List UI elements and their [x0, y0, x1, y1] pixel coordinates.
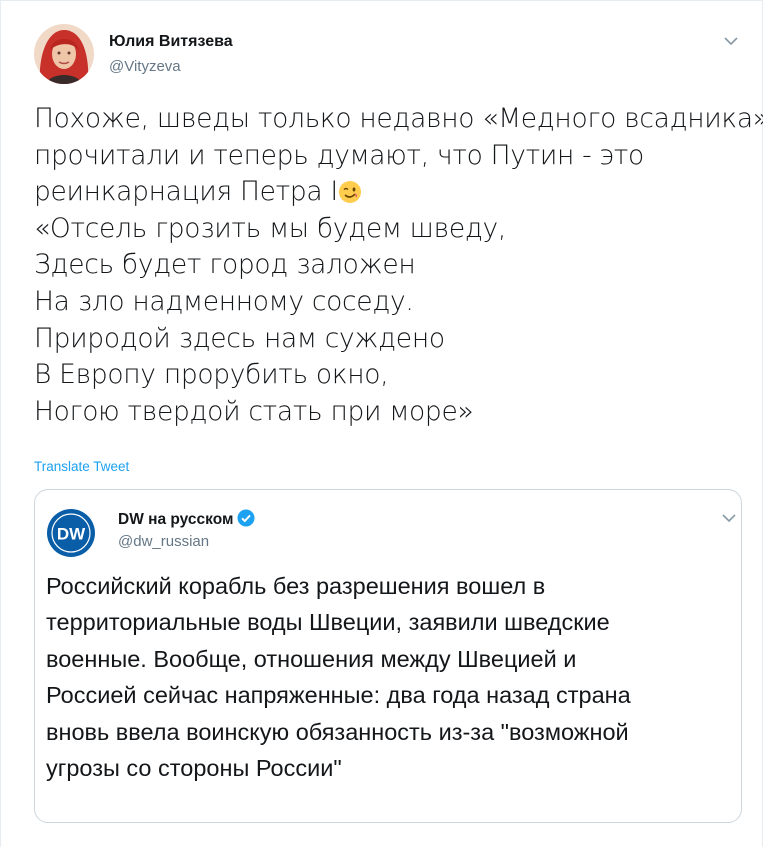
chevron-down-icon[interactable] [721, 511, 737, 523]
translate-tweet-link[interactable]: Translate Tweet [34, 459, 129, 474]
tweet-text-line: На зло надменному соседу. [34, 285, 414, 317]
tweet-text-line: Похоже, шведы только недавно «Медного вс… [34, 103, 763, 134]
author-name[interactable]: Юлия Витязева [109, 33, 233, 51]
tweet-text-line: Ногою твердой стать при море» [34, 395, 474, 427]
quoted-author-name[interactable]: DW на русском [118, 509, 255, 529]
quoted-author-handle[interactable]: @dw_russian [118, 533, 209, 550]
tweet[interactable]: Юлия Витязева @Vityzeva Похоже, шведы то… [0, 0, 763, 847]
tweet-text-line: Природой здесь нам суждено [34, 322, 445, 354]
dw-logo-avatar[interactable]: DW [47, 509, 95, 557]
tweet-text-line: «Отсель грозить мы будем шведу, [34, 212, 507, 244]
chevron-down-icon[interactable] [723, 34, 739, 46]
quoted-text-line: военные. Вообще, отношения между Швецией… [46, 645, 577, 672]
quoted-text-line: угрозы со стороны России" [46, 755, 342, 782]
tweet-text-line: реинкарнация Петра I [34, 174, 749, 211]
winking-face-emoji-icon [338, 178, 362, 204]
quoted-text-line: Российский корабль без разрешения вошел … [46, 573, 546, 599]
quoted-text-line: Россией сейчас напряженные: два года наз… [46, 682, 631, 709]
tweet-text-line-content: реинкарнация Петра I [34, 176, 338, 208]
quoted-tweet-text: Российский корабль без разрешения вошел … [46, 568, 736, 786]
tweet-text-line: прочитали и теперь думают, что Путин - э… [34, 139, 644, 171]
dw-logo-text: DW [57, 525, 86, 544]
quoted-text-line: территориальные воды Швеции, заявили шве… [46, 609, 610, 636]
quoted-author-name-text[interactable]: DW на русском [118, 511, 233, 528]
author-avatar[interactable] [34, 24, 94, 84]
tweet-text-line: В Европу прорубить окно, [34, 359, 389, 391]
quoted-tweet-card[interactable]: DW DW на русском @dw_russian Российский … [34, 489, 742, 823]
quoted-text-line: вновь ввела воинскую обязанность из-за "… [46, 718, 629, 745]
verified-badge-icon [237, 509, 255, 527]
tweet-text: Похоже, шведы только недавно «Медного вс… [34, 101, 763, 430]
author-handle[interactable]: @Vityzeva [109, 58, 181, 75]
tweet-text-line: Здесь будет город заложен [34, 249, 416, 281]
